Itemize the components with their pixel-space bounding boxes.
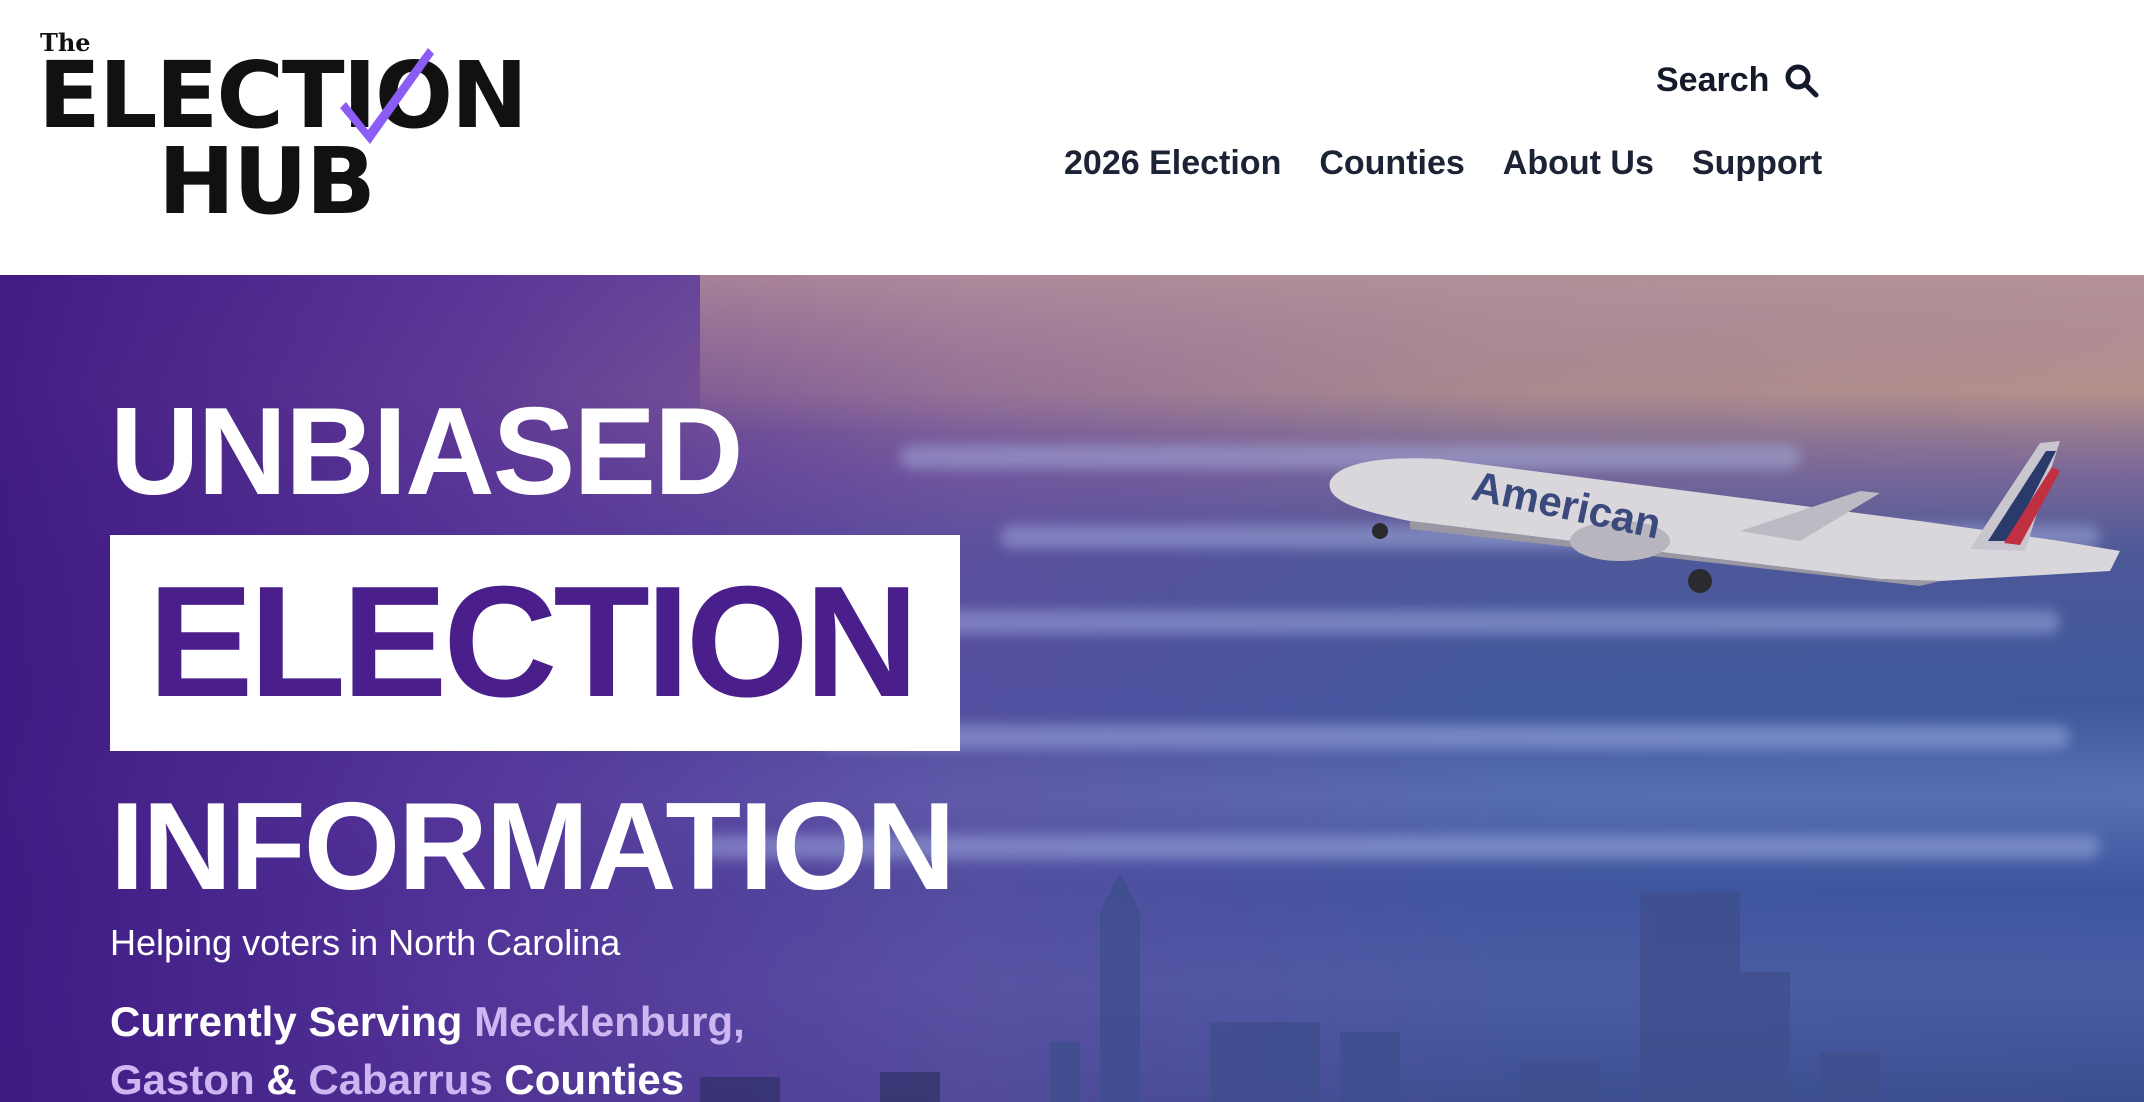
checkmark-icon [340, 48, 434, 144]
nav-counties[interactable]: Counties [1319, 144, 1464, 190]
search-button[interactable]: Search [1656, 58, 1819, 102]
serving-suffix: Counties [492, 1056, 685, 1102]
nav-support[interactable]: Support [1692, 144, 1822, 190]
nav-2026-election[interactable]: 2026 Election [1064, 144, 1281, 190]
election-hub-logo[interactable]: The ELECTION HUB [38, 28, 528, 228]
hero-title-election-box: ELECTION [110, 535, 960, 751]
hero-title-election: ELECTION [148, 554, 919, 730]
serving-counties: Currently Serving Mecklenburg, Gaston & … [110, 993, 910, 1102]
county-cabarrus: Cabarrus [308, 1056, 493, 1102]
airplane-image: American [1329, 441, 2120, 593]
county-gaston: Gaston [110, 1056, 255, 1102]
main-nav: 2026 Election Counties About Us Support [1064, 144, 1822, 190]
search-icon [1785, 64, 1819, 98]
hero-title-unbiased: UNBIASED [110, 383, 744, 521]
hero-title-information: INFORMATION [110, 778, 956, 916]
nav-about-us[interactable]: About Us [1503, 144, 1654, 190]
search-label: Search [1656, 60, 1770, 99]
cloud-streak [820, 725, 2070, 749]
hero-subtitle: Helping voters in North Carolina [110, 922, 621, 963]
county-mecklenburg: Mecklenburg, [474, 998, 745, 1045]
serving-prefix: Currently Serving [110, 998, 475, 1045]
ampersand: & [254, 1056, 309, 1102]
hero-banner: American UNBIASED ELECTION INFORMATION H… [0, 275, 2144, 1102]
site-header: The ELECTION HUB Search 2026 Election Co… [0, 0, 2144, 275]
